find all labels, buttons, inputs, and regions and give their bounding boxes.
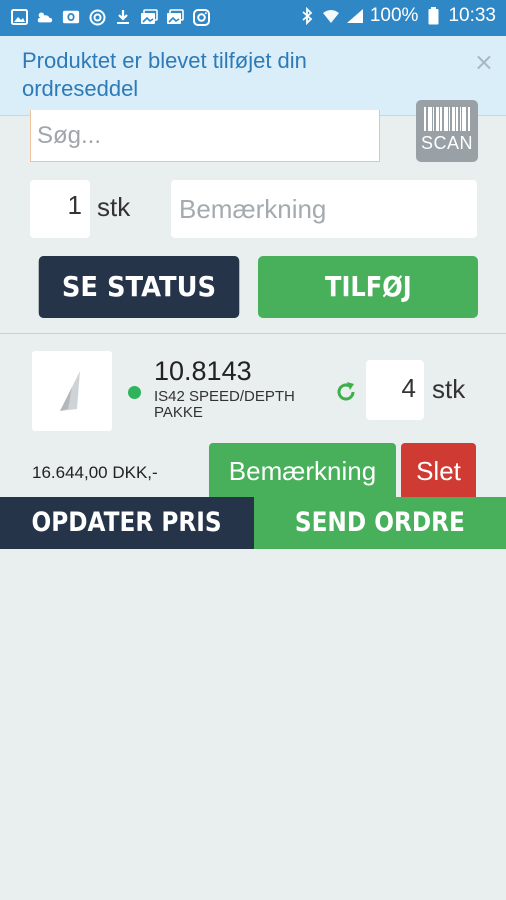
photos-icon [166, 8, 184, 26]
download-icon [114, 8, 132, 26]
circle-icon [88, 8, 106, 26]
stock-status-dot [128, 386, 141, 399]
scan-label: SCAN [420, 133, 473, 153]
quantity-unit: stk [97, 192, 131, 222]
notification-icons [10, 8, 210, 26]
outlook-icon [62, 8, 80, 26]
search-input[interactable] [30, 110, 380, 162]
send-order-label: SEND ORDRE [294, 507, 466, 538]
line-price: 16.644,00 DKK,- [32, 463, 158, 482]
see-status-label: SE STATUS [61, 270, 217, 303]
line-delete-button[interactable]: Slet [401, 443, 476, 499]
barcode-icon [424, 107, 470, 131]
scan-button[interactable]: SCAN [416, 100, 478, 162]
see-status-button[interactable]: SE STATUS [38, 256, 240, 318]
instagram-icon [192, 8, 210, 26]
product-number: 10.8143 [154, 356, 252, 386]
system-status: 100% 10:33 [298, 5, 496, 27]
cloud-icon [36, 8, 54, 26]
product-thumbnail [32, 351, 112, 431]
divider [0, 333, 506, 334]
product-image [60, 371, 80, 411]
add-button[interactable]: TILFØJ [258, 256, 478, 318]
line-quantity-input[interactable]: 4 [366, 360, 424, 420]
bluetooth-icon [298, 7, 316, 25]
clock: 10:33 [448, 5, 496, 26]
update-price-label: OPDATER PRIS [31, 507, 223, 538]
status-bar: 100% 10:33 [0, 0, 506, 36]
update-price-button[interactable]: OPDATER PRIS [0, 497, 254, 549]
photos-icon [140, 8, 158, 26]
quantity-input[interactable]: 1 [30, 180, 90, 238]
remark-input[interactable] [171, 180, 477, 238]
battery-icon [424, 7, 442, 25]
product-name: IS42 SPEED/DEPTH PAKKE [154, 388, 295, 421]
refresh-icon[interactable] [334, 380, 358, 404]
add-label: TILFØJ [324, 270, 412, 303]
signal-icon [346, 7, 364, 25]
toast-message: Produktet er blevet tilføjet din ordrese… [22, 48, 307, 101]
line-quantity-unit: stk [432, 374, 466, 404]
line-remark-button[interactable]: Bemærkning [209, 443, 396, 499]
send-order-button[interactable]: SEND ORDRE [254, 497, 506, 549]
image-icon [10, 8, 28, 26]
wifi-icon [322, 7, 340, 25]
close-icon[interactable]: × [474, 48, 494, 76]
battery-percent: 100% [369, 5, 419, 26]
